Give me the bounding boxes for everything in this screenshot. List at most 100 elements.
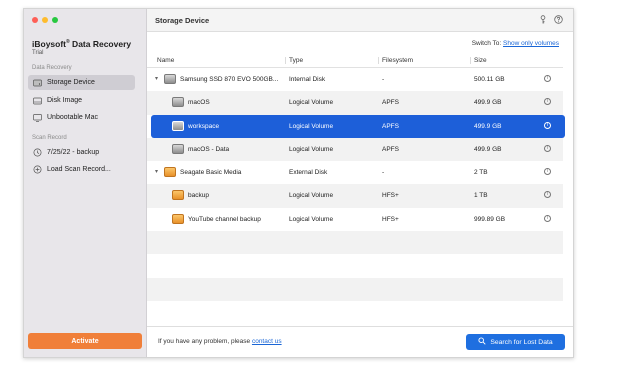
row-name: backup [188,192,209,200]
section-label-scan-record: Scan Record [32,135,67,141]
switch-to: Switch To: Show only volumes [472,40,559,47]
volume-icon [172,190,184,201]
app-edition: Trial [32,50,44,56]
app-title-brand: iBoysoft [32,39,66,49]
table-row[interactable]: backup Logical Volume HFS+ 1 TB i [147,184,563,208]
main-panel: Storage Device Switch To: Show only volu… [147,9,573,357]
column-header-size[interactable]: Size [470,57,487,64]
footer-bar: If you have any problem, please contact … [147,326,573,357]
info-icon[interactable]: i [544,191,551,199]
row-name: Seagate Basic Media [180,169,242,177]
table-row-selected[interactable]: workspace Logical Volume APFS 499.9 GB i [151,114,565,138]
device-table: Name Type Filesystem Size ▾ Samsung SSD … [147,55,565,301]
hard-drive-icon [33,78,42,87]
info-icon[interactable]: i [544,168,551,176]
header-icons [539,15,563,26]
mac-icon [33,113,42,122]
add-circle-icon [33,165,42,174]
hard-drive-icon [164,74,176,84]
window-controls [32,17,58,23]
header-bar: Storage Device [147,9,573,32]
table-row[interactable]: macOS Logical Volume APFS 499.9 GB i [147,91,563,115]
key-icon[interactable] [539,15,547,26]
help-icon[interactable] [554,15,563,26]
sidebar: iBoysoft® Data Recovery Trial Data Recov… [24,9,147,357]
load-scan-record-label: Load Scan Record... [47,166,111,173]
scan-record-item[interactable]: 7/25/22 - backup [28,145,135,160]
sidebar-item-unbootable-mac[interactable]: Unbootable Mac [28,110,135,125]
chevron-down-icon[interactable]: ▾ [155,75,158,82]
info-icon[interactable]: i [544,214,551,222]
scan-record-label: 7/25/22 - backup [47,149,100,156]
row-type: Logical Volume [289,122,334,130]
row-size: 499.9 GB [474,145,502,153]
row-filesystem: APFS [382,122,399,130]
empty-row [147,277,563,301]
row-type: Logical Volume [289,99,334,107]
chevron-down-icon[interactable]: ▾ [155,168,158,175]
close-window-button[interactable] [32,17,38,23]
search-button-label: Search for Lost Data [490,338,553,346]
help-text-label: If you have any problem, please [158,338,252,345]
app-title: iBoysoft® Data Recovery [32,39,131,49]
table-row[interactable]: ▾ Seagate Basic Media External Disk - 2 … [147,161,563,184]
table-row[interactable]: ▾ Samsung SSD 870 EVO 500GB... Internal … [147,68,563,91]
disk-image-icon [33,96,42,105]
row-type: Logical Volume [289,192,334,200]
row-type: Logical Volume [289,145,334,153]
show-only-volumes-link[interactable]: Show only volumes [503,40,559,47]
row-type: Internal Disk [289,76,326,83]
info-icon[interactable]: i [544,121,551,129]
column-header-filesystem[interactable]: Filesystem [378,57,413,64]
app-title-product: Data Recovery [69,39,132,49]
row-name: workspace [188,122,220,130]
help-text: If you have any problem, please contact … [158,338,282,345]
row-filesystem: APFS [382,145,399,153]
load-scan-record-button[interactable]: Load Scan Record... [28,162,135,177]
row-filesystem: HFS+ [382,192,399,200]
sidebar-item-label: Disk Image [47,97,83,104]
sidebar-item-storage-device[interactable]: Storage Device [28,75,135,90]
sidebar-item-label: Storage Device [47,79,95,86]
sidebar-item-label: Unbootable Mac [47,114,98,121]
row-size: 499.9 GB [474,99,502,107]
row-filesystem: - [382,76,385,83]
table-row[interactable]: macOS - Data Logical Volume APFS 499.9 G… [147,137,563,162]
section-label-data-recovery: Data Recovery [32,65,72,71]
info-icon[interactable]: i [544,144,551,152]
row-name: macOS [188,99,210,107]
sidebar-item-disk-image[interactable]: Disk Image [28,93,135,108]
table-row[interactable]: YouTube channel backup Logical Volume HF… [147,208,563,231]
activate-button[interactable]: Activate [28,333,142,349]
row-filesystem: APFS [382,99,399,107]
volume-icon [172,213,184,224]
minimize-window-button[interactable] [42,17,48,23]
contact-us-link[interactable]: contact us [252,338,282,345]
volume-icon [172,120,184,131]
volume-icon [172,143,184,154]
row-type: Logical Volume [289,215,334,223]
row-name: Samsung SSD 870 EVO 500GB... [180,76,279,83]
row-size: 1 TB [474,192,488,200]
table-header: Name Type Filesystem Size [147,55,563,68]
search-for-lost-data-button[interactable]: Search for Lost Data [466,334,565,350]
external-drive-icon [164,167,176,178]
info-icon[interactable]: i [544,75,551,82]
row-size: 500.11 GB [474,76,505,83]
row-type: External Disk [289,169,328,177]
row-name: macOS - Data [188,145,230,153]
column-header-type[interactable]: Type [285,57,303,64]
page-title: Storage Device [155,16,210,25]
volume-icon [172,97,184,108]
zoom-window-button[interactable] [52,17,58,23]
column-header-name[interactable]: Name [157,57,174,64]
empty-row [147,231,563,255]
row-size: 999.89 GB [474,215,506,223]
search-icon [478,337,486,347]
row-filesystem: HFS+ [382,215,399,223]
row-size: 499.9 GB [474,122,502,130]
app-window: iBoysoft® Data Recovery Trial Data Recov… [23,8,574,358]
row-name: YouTube channel backup [188,215,261,223]
info-icon[interactable]: i [544,98,551,106]
row-filesystem: - [382,169,385,177]
